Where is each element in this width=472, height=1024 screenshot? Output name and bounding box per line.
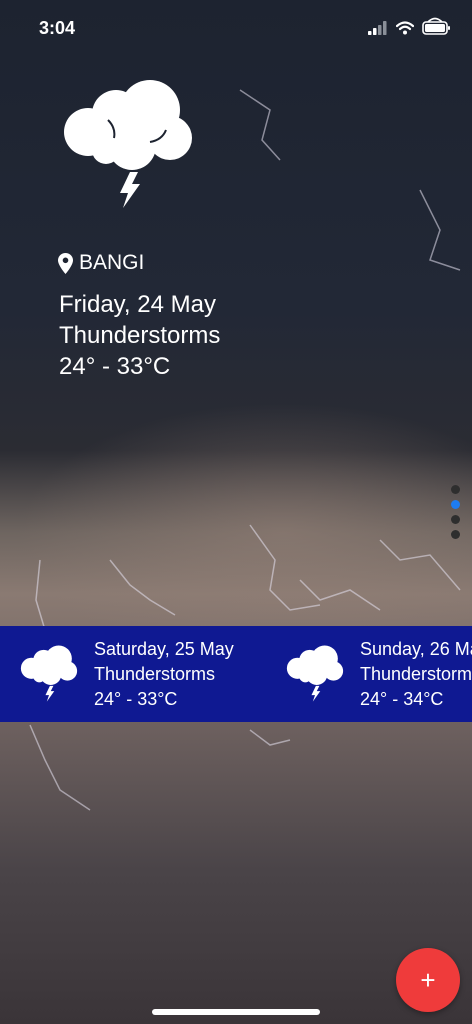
- location-label: BANGI: [58, 251, 144, 275]
- cellular-signal-icon: [368, 21, 387, 35]
- map-pin-icon: [58, 252, 73, 274]
- location-name: BANGI: [79, 251, 145, 274]
- wifi-icon: [396, 21, 414, 35]
- forecast-date: Saturday, 25 May: [94, 638, 234, 659]
- current-temp-range: 24° - 33°C: [59, 353, 171, 380]
- page-dot[interactable]: [451, 485, 460, 494]
- plus-icon: +: [420, 965, 436, 995]
- page-dot[interactable]: [451, 515, 460, 524]
- current-condition: Thunderstorms: [59, 322, 221, 349]
- status-time: 3:04: [39, 18, 76, 38]
- forecast-card[interactable]: Sunday, 26 May Thunderstorms 24° - 34°C: [286, 626, 472, 722]
- add-location-button[interactable]: +: [396, 948, 460, 1012]
- status-icons: [368, 16, 452, 40]
- page-dot[interactable]: [451, 530, 460, 539]
- forecast-temp-range: 24° - 34°C: [360, 688, 444, 709]
- forecast-strip[interactable]: Saturday, 25 May Thunderstorms 24° - 33°…: [0, 626, 472, 722]
- current-date: Friday, 24 May: [59, 291, 216, 318]
- thunderstorm-cloud-icon: [20, 645, 78, 702]
- forecast-temp-range: 24° - 33°C: [94, 688, 178, 709]
- status-bar: 3:04: [0, 0, 472, 56]
- current-weather: Friday, 24 May Thunderstorms 24° - 33°C: [59, 289, 220, 382]
- thunderstorm-cloud-icon: [286, 645, 344, 702]
- forecast-card[interactable]: Saturday, 25 May Thunderstorms 24° - 33°…: [20, 626, 234, 722]
- forecast-text: Sunday, 26 May Thunderstorms 24° - 34°C: [360, 637, 472, 712]
- page-indicator[interactable]: [451, 485, 460, 539]
- forecast-condition: Thunderstorms: [360, 663, 472, 684]
- thunderstorm-cloud-icon: [64, 80, 192, 208]
- home-indicator[interactable]: [152, 1009, 320, 1015]
- forecast-date: Sunday, 26 May: [360, 638, 472, 659]
- forecast-condition: Thunderstorms: [94, 663, 216, 684]
- forecast-text: Saturday, 25 May Thunderstorms 24° - 33°…: [94, 637, 234, 712]
- battery-icon: [422, 17, 450, 35]
- page-dot-active[interactable]: [451, 500, 460, 509]
